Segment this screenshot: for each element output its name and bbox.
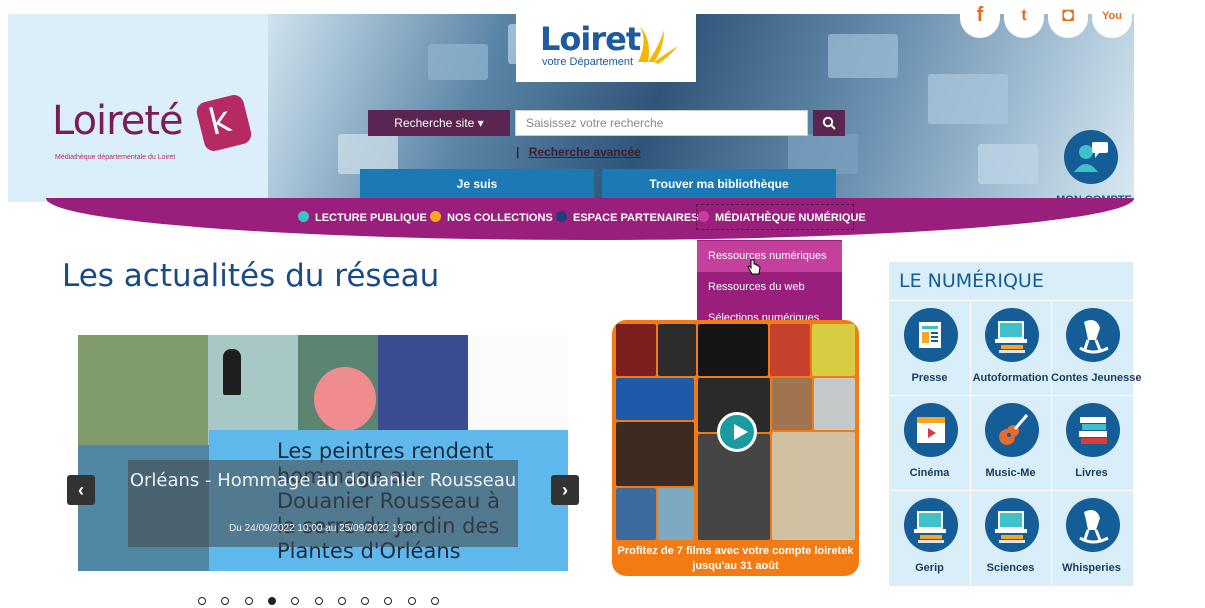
advanced-search-link[interactable]: Recherche avancée bbox=[529, 145, 641, 159]
newspaper-icon bbox=[904, 308, 958, 362]
slider-dot[interactable] bbox=[337, 597, 346, 605]
numerique-tile-label: Autoformation bbox=[972, 372, 1049, 384]
clapperboard-icon bbox=[904, 403, 958, 457]
numerique-tile-label: Sciences bbox=[986, 562, 1035, 574]
slider-next-button[interactable]: › bbox=[551, 475, 579, 505]
laptop-books-icon bbox=[904, 498, 958, 552]
search-scope-select[interactable]: Recherche site ▾ bbox=[368, 110, 510, 136]
slider-dot[interactable] bbox=[244, 597, 253, 605]
je-suis-button[interactable]: Je suis bbox=[360, 169, 594, 199]
nav-lecture-publique[interactable]: LECTURE PUBLIQUE bbox=[298, 211, 427, 224]
slider-dot[interactable] bbox=[384, 597, 393, 605]
hand-pointer-cursor-icon bbox=[747, 259, 761, 275]
find-library-button[interactable]: Trouver ma bibliothèque bbox=[602, 169, 836, 199]
slider-dot[interactable] bbox=[407, 597, 416, 605]
nav-mediatheque-numerique[interactable]: MÉDIATHÈQUE NUMÉRIQUE bbox=[698, 211, 866, 224]
numerique-tile-whisperies[interactable]: Whisperies bbox=[1051, 490, 1132, 585]
numerique-tile-contes-jeunesse[interactable]: Contes Jeunesse bbox=[1051, 300, 1142, 395]
loiretek-logo[interactable]: Loireté k Médiathèque départementale du … bbox=[52, 92, 254, 168]
laptop-books-icon bbox=[985, 308, 1039, 362]
slider-dot[interactable] bbox=[314, 597, 323, 605]
numerique-tile-gerip[interactable]: Gerip bbox=[889, 490, 970, 585]
nav-dot-icon bbox=[698, 211, 709, 222]
numerique-panel: LE NUMÉRIQUE Presse Autoformation Contes J… bbox=[889, 262, 1142, 586]
my-account-button[interactable]: MON COMPTE bbox=[1054, 130, 1134, 202]
twitter-icon: t bbox=[1021, 7, 1027, 24]
slider-dot[interactable] bbox=[267, 597, 276, 605]
numerique-tile-presse[interactable]: Presse bbox=[889, 300, 970, 395]
search-button[interactable] bbox=[813, 110, 845, 136]
laptop-books-icon bbox=[985, 498, 1039, 552]
slider-dot[interactable] bbox=[198, 597, 206, 605]
numerique-tile-livres[interactable]: Livres bbox=[1051, 395, 1132, 490]
slide-caption[interactable]: Orléans - Hommage au douanier Rousseau D… bbox=[128, 460, 518, 547]
numerique-tile-label: Music-Me bbox=[985, 467, 1036, 479]
page-title: Les actualités du réseau bbox=[62, 258, 440, 294]
search-input[interactable]: Saisissez votre recherche bbox=[515, 110, 808, 136]
menu-item-ressources-web[interactable]: Ressources du web bbox=[697, 272, 842, 303]
nav-nos-collections[interactable]: NOS COLLECTIONS bbox=[430, 211, 553, 224]
loiret-leaf-icon bbox=[638, 26, 678, 64]
numerique-tile-autoformation[interactable]: Autoformation bbox=[970, 300, 1051, 395]
numerique-tile-label: Presse bbox=[911, 372, 948, 384]
facebook-icon: f bbox=[976, 4, 984, 26]
numerique-tile-label: Livres bbox=[1075, 467, 1108, 479]
news-slider[interactable]: Les peintres rendent hommage au Douanier… bbox=[78, 335, 568, 571]
slider-prev-button[interactable]: ‹ bbox=[67, 475, 95, 505]
loiret-logo-subtitle: votre Département bbox=[542, 56, 634, 68]
slider-dot[interactable] bbox=[291, 597, 300, 605]
slide-caption-title: Orléans - Hommage au douanier Rousseau bbox=[129, 470, 517, 491]
slide-caption-dates: Du 24/09/2022 10:00 au 25/09/2022 19:00 bbox=[229, 523, 417, 534]
promo-caption: Profitez de 7 films avec votre compte lo… bbox=[617, 545, 854, 572]
menu-item-ressources-numeriques[interactable]: Ressources numériques bbox=[697, 241, 842, 272]
nav-dot-icon bbox=[298, 211, 309, 222]
loiretek-tagline: Médiathèque départementale du Loiret bbox=[55, 154, 176, 161]
site-header: Loiret votre Département Loireté k Média… bbox=[8, 14, 1134, 202]
numerique-tile-label: Cinéma bbox=[909, 467, 950, 479]
film-promo-banner[interactable]: Profitez de 7 films avec votre compte lo… bbox=[612, 320, 859, 576]
numerique-tile-label: Gerip bbox=[915, 562, 944, 574]
nav-dot-icon bbox=[556, 211, 567, 222]
numerique-tile-cin-ma[interactable]: Cinéma bbox=[889, 395, 970, 490]
slider-dot[interactable] bbox=[221, 597, 230, 605]
numerique-tile-label: Whisperies bbox=[1062, 562, 1121, 574]
slider-pagination bbox=[198, 596, 458, 608]
user-chat-icon bbox=[1064, 130, 1118, 184]
instagram-icon: ◘ bbox=[1061, 4, 1075, 26]
guitar-icon bbox=[985, 403, 1039, 457]
loiretek-logo-text: Loireté bbox=[52, 98, 184, 144]
play-icon[interactable] bbox=[717, 412, 757, 452]
nav-espace-partenaires[interactable]: ESPACE PARTENAIRES bbox=[556, 211, 699, 224]
advanced-search-separator: | bbox=[516, 145, 520, 159]
rocking-horse-icon bbox=[1066, 498, 1120, 552]
numerique-title: LE NUMÉRIQUE bbox=[899, 270, 1044, 292]
slider-dot[interactable] bbox=[361, 597, 370, 605]
loiretek-k-badge: k bbox=[194, 92, 254, 154]
slider-dot[interactable] bbox=[431, 597, 439, 605]
numerique-tile-label: Contes Jeunesse bbox=[1051, 372, 1142, 384]
numerique-tile-sciences[interactable]: Sciences bbox=[970, 490, 1051, 585]
loiret-logo-text: Loiret bbox=[540, 20, 641, 58]
youtube-icon: You bbox=[1102, 10, 1122, 22]
books-icon bbox=[1066, 403, 1120, 457]
advanced-search: | Recherche avancée bbox=[516, 145, 641, 159]
rocking-horse-icon bbox=[1066, 308, 1120, 362]
loiret-department-logo[interactable]: Loiret votre Département bbox=[516, 14, 696, 82]
search-icon bbox=[822, 116, 836, 130]
numerique-tile-music-me[interactable]: Music-Me bbox=[970, 395, 1051, 490]
nav-dot-icon bbox=[430, 211, 441, 222]
